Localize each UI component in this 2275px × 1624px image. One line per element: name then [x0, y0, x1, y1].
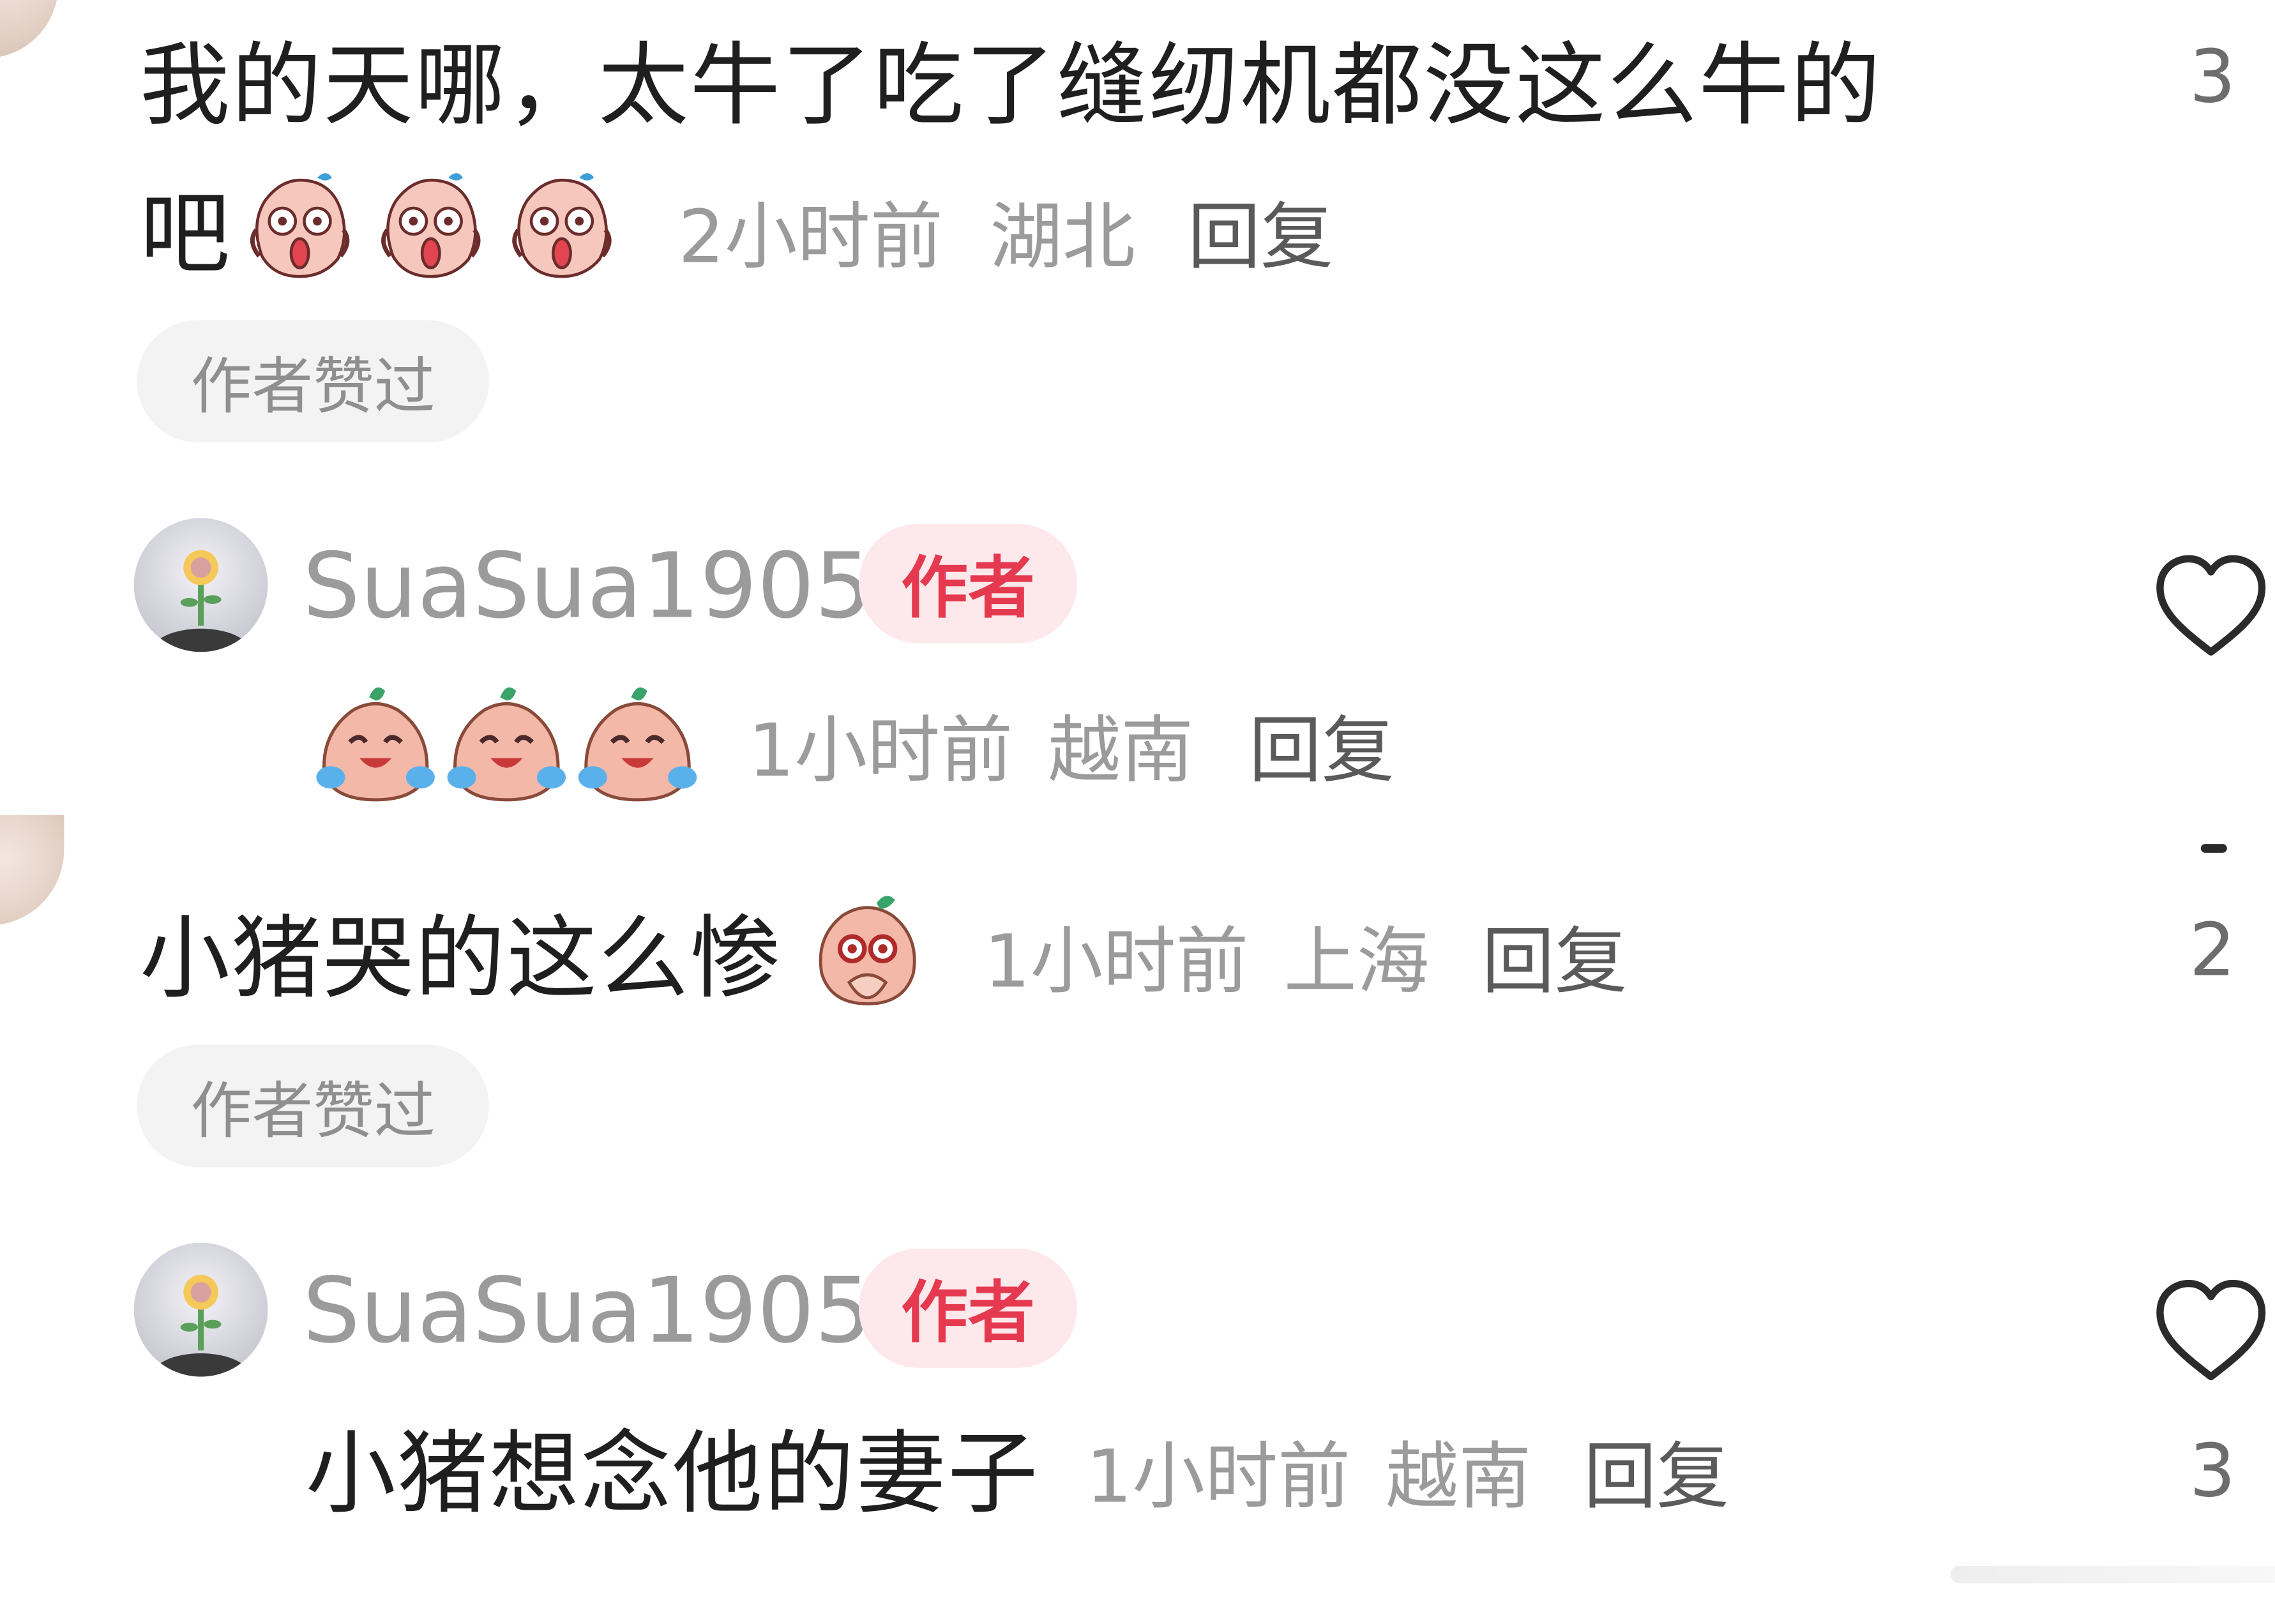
like-count[interactable]: 3: [2169, 41, 2256, 114]
author-liked-label: 作者赞过: [190, 1074, 435, 1147]
author-badge: 作者: [858, 523, 1077, 643]
reply-button[interactable]: 回复: [1583, 1441, 1729, 1514]
sunflower-avatar-icon: [133, 1242, 268, 1377]
scream-emoji: [250, 173, 350, 278]
comment-time: 1小时前: [984, 919, 1249, 1004]
author-badge-label: 作者: [901, 1273, 1035, 1352]
author-avatar[interactable]: [133, 518, 268, 652]
comment-text-line2: 吧: [139, 180, 232, 287]
laugh-cry-emoji: [578, 687, 697, 802]
comment-thread: 我的天哪，太牛了吃了缝纫机都没这么牛的 吧 2小时前 湖北 回复 3 作者赞过 …: [0, 0, 2275, 1624]
reply-time: 1小时前: [748, 709, 1013, 793]
author-liked-chip: 作者赞过: [137, 1044, 489, 1168]
author-username[interactable]: SuaSua1905: [303, 1265, 872, 1356]
comment-text-line1: 我的天哪，太牛了吃了缝纫机都没这么牛的: [139, 32, 1882, 139]
like-count[interactable]: 3: [2169, 1435, 2256, 1508]
heart-outline-icon[interactable]: [2151, 550, 2271, 661]
sunflower-avatar-icon: [133, 518, 268, 652]
scroll-indicator: [1950, 1565, 2275, 1584]
author-badge: 作者: [858, 1248, 1077, 1368]
laugh-cry-emoji: [447, 687, 566, 802]
reply-button[interactable]: 回复: [1249, 714, 1394, 787]
pleading-emoji: [819, 896, 916, 1005]
reply-location: 越南: [1048, 709, 1194, 793]
commenter-avatar[interactable]: [0, 0, 59, 59]
author-avatar[interactable]: [133, 1242, 268, 1377]
author-badge-label: 作者: [901, 548, 1035, 628]
reply-button[interactable]: 回复: [1188, 201, 1333, 274]
comment-location: 上海: [1283, 919, 1430, 1004]
laugh-cry-emoji: [316, 687, 435, 802]
heart-outline-icon[interactable]: [2151, 1275, 2271, 1385]
commenter-avatar[interactable]: [0, 815, 64, 926]
scream-emoji: [381, 173, 481, 278]
scream-emoji: [512, 173, 612, 278]
scroll-tick: [2200, 844, 2227, 853]
author-liked-label: 作者赞过: [190, 350, 435, 421]
author-liked-chip: 作者赞过: [137, 320, 489, 442]
comment-time: 2小时前: [678, 195, 943, 280]
comment-text: 小猪哭的这么惨: [139, 905, 782, 1012]
like-count[interactable]: 2: [2169, 914, 2256, 987]
reply-button[interactable]: 回复: [1482, 926, 1628, 998]
reply-time: 1小时前: [1085, 1434, 1351, 1519]
author-username[interactable]: SuaSua1905: [303, 541, 872, 631]
comment-location: 湖北: [990, 195, 1136, 280]
reply-text: 小猪想念他的妻子: [305, 1420, 1039, 1527]
reply-location: 越南: [1386, 1434, 1532, 1519]
